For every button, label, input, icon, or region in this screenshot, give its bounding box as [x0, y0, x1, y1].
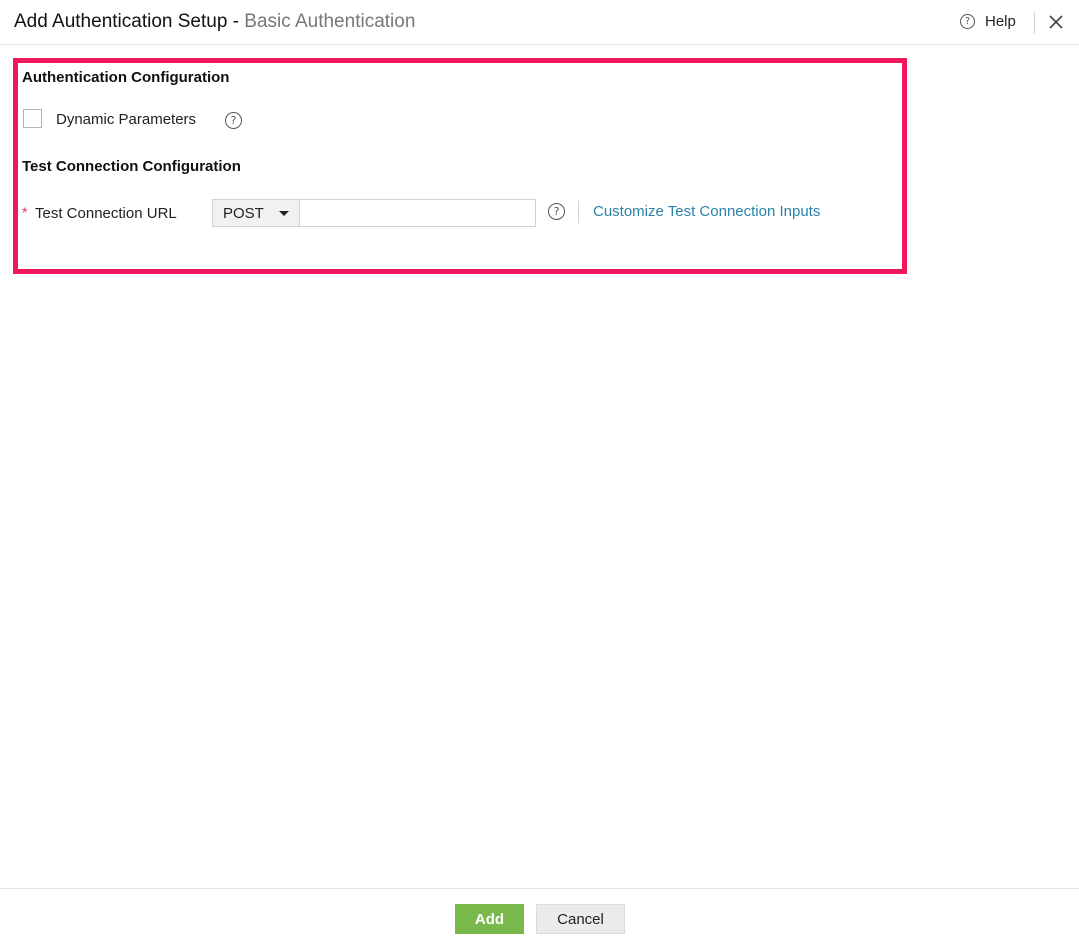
add-authentication-dialog: Add Authentication Setup - Basic Authent… — [0, 0, 1079, 943]
caret-down-icon — [279, 211, 289, 216]
customize-test-connection-inputs-link[interactable]: Customize Test Connection Inputs — [593, 203, 820, 220]
link-divider — [578, 201, 579, 223]
dynamic-parameters-label: Dynamic Parameters — [56, 111, 197, 128]
title-sub: Basic Authentication — [244, 11, 416, 32]
dynamic-parameters-help-icon[interactable]: ? — [225, 112, 242, 129]
required-marker: * — [22, 204, 28, 220]
http-method-select[interactable]: POST — [212, 199, 300, 227]
cancel-button[interactable]: Cancel — [536, 904, 625, 934]
dialog-title: Add Authentication Setup - Basic Authent… — [14, 10, 415, 34]
help-button[interactable]: ? Help — [960, 13, 1016, 30]
add-button[interactable]: Add — [455, 904, 524, 934]
header-divider — [1034, 12, 1035, 34]
question-circle-icon: ? — [960, 14, 975, 29]
title-separator: - — [227, 11, 245, 32]
test-connection-help-icon[interactable]: ? — [548, 203, 565, 220]
test-connection-url-input[interactable] — [299, 199, 536, 227]
test-connection-url-label: Test Connection URL — [35, 205, 177, 222]
http-method-value: POST — [223, 205, 264, 222]
close-icon[interactable] — [1047, 11, 1065, 31]
test-connection-configuration-heading: Test Connection Configuration — [22, 158, 241, 175]
dialog-header: Add Authentication Setup - Basic Authent… — [0, 0, 1079, 45]
authentication-configuration-heading: Authentication Configuration — [22, 69, 230, 86]
dynamic-parameters-checkbox[interactable] — [23, 109, 42, 128]
title-main: Add Authentication Setup — [14, 11, 228, 32]
help-label: Help — [985, 13, 1016, 30]
